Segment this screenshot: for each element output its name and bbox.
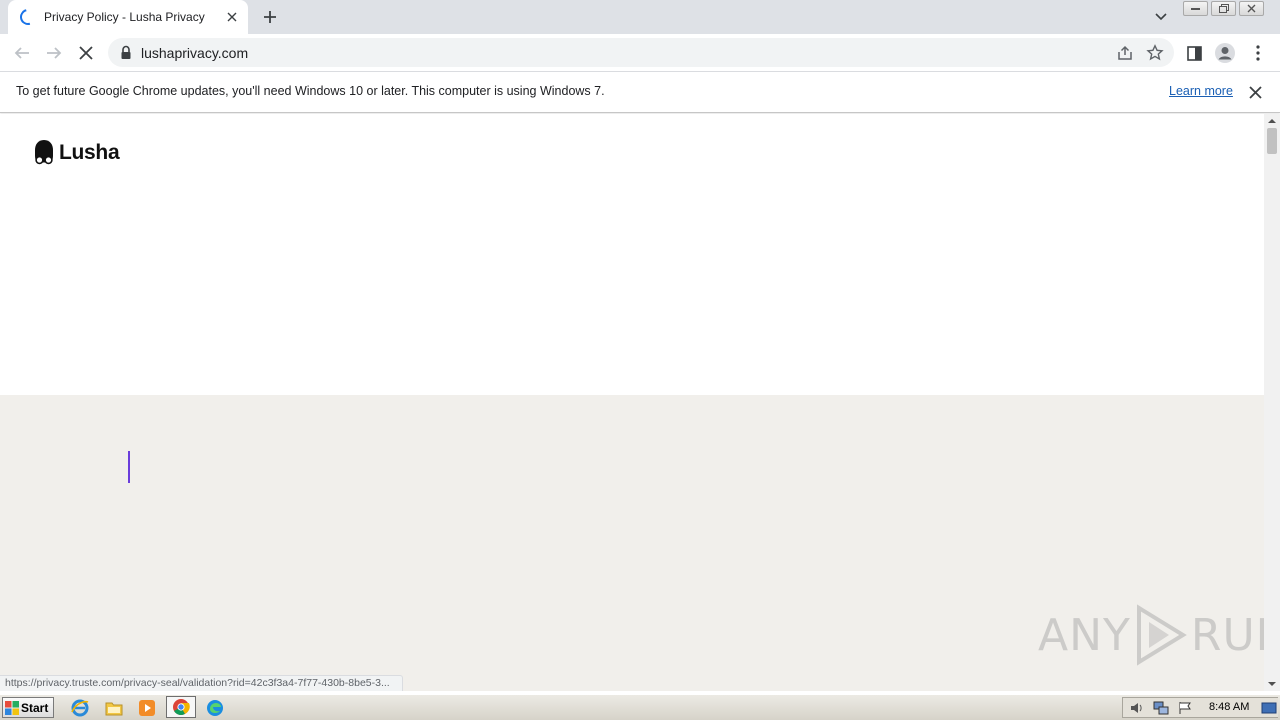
watermark-left-text: ANY — [1038, 609, 1131, 661]
scrollbar-thumb[interactable] — [1267, 128, 1277, 154]
forward-arrow-icon[interactable] — [43, 42, 65, 64]
lock-icon[interactable] — [119, 45, 133, 60]
minimize-button[interactable] — [1183, 1, 1208, 16]
network-icon[interactable] — [1153, 701, 1169, 715]
restore-button[interactable] — [1211, 1, 1236, 16]
volume-icon[interactable] — [1129, 701, 1145, 715]
explorer-icon[interactable] — [104, 698, 124, 718]
back-arrow-icon[interactable] — [11, 42, 33, 64]
lusha-logo[interactable]: Lusha — [33, 139, 120, 167]
new-tab-button[interactable] — [260, 7, 280, 27]
chrome-icon[interactable] — [166, 696, 196, 718]
browser-toolbar: lushaprivacy.com — [0, 34, 1280, 71]
page-header-band: Lusha — [0, 114, 1264, 395]
address-bar[interactable]: lushaprivacy.com — [108, 38, 1174, 67]
media-player-icon[interactable] — [137, 698, 157, 718]
start-label: Start — [21, 700, 49, 715]
vertical-scrollbar[interactable] — [1264, 114, 1280, 691]
loading-spinner-icon — [17, 6, 39, 28]
action-center-flag-icon[interactable] — [1177, 701, 1193, 715]
update-infobar: To get future Google Chrome updates, you… — [0, 71, 1280, 113]
more-menu-icon[interactable] — [1247, 42, 1269, 64]
tab-title: Privacy Policy - Lusha Privacy — [44, 10, 205, 24]
profile-avatar-icon[interactable] — [1214, 42, 1236, 64]
tab-search-chevron-icon[interactable] — [1152, 9, 1170, 25]
learn-more-link[interactable]: Learn more — [1169, 84, 1233, 98]
edge-icon[interactable] — [205, 698, 225, 718]
lusha-face-icon — [35, 140, 53, 165]
scroll-down-arrow-icon[interactable] — [1268, 680, 1276, 688]
windows-flag-icon — [5, 700, 19, 715]
stop-loading-icon[interactable] — [75, 42, 97, 64]
ie-icon[interactable] — [70, 698, 90, 718]
infobar-message: To get future Google Chrome updates, you… — [16, 84, 605, 98]
taskbar-clock[interactable]: 8:48 AM — [1209, 701, 1249, 713]
url-text[interactable]: lushaprivacy.com — [141, 45, 248, 61]
tab-privacy-policy[interactable]: Privacy Policy - Lusha Privacy — [8, 0, 248, 34]
start-button[interactable]: Start — [2, 697, 54, 718]
show-desktop-icon[interactable] — [1261, 701, 1277, 715]
text-cursor — [128, 451, 130, 483]
page-viewport: Lusha ANY RUN https://privacy.truste.com… — [0, 114, 1280, 691]
bookmark-star-icon[interactable] — [1146, 44, 1164, 62]
system-tray: 8:48 AM — [1122, 697, 1278, 718]
status-bubble-url: https://privacy.truste.com/privacy-seal/… — [0, 675, 403, 691]
window-controls — [1183, 1, 1273, 17]
scroll-up-arrow-icon[interactable] — [1268, 117, 1276, 125]
infobar-close-icon[interactable] — [1248, 85, 1263, 100]
tab-close-icon[interactable] — [224, 9, 240, 25]
share-icon[interactable] — [1116, 44, 1134, 62]
side-panel-icon[interactable] — [1183, 42, 1205, 64]
tab-strip: Privacy Policy - Lusha Privacy — [0, 0, 1280, 34]
logo-wordmark: Lusha — [59, 141, 120, 164]
close-window-button[interactable] — [1239, 1, 1264, 16]
play-logo-icon — [1136, 604, 1187, 666]
windows-taskbar: Start 8:48 AM — [0, 694, 1280, 720]
anyrun-watermark: ANY RUN — [1038, 604, 1280, 666]
